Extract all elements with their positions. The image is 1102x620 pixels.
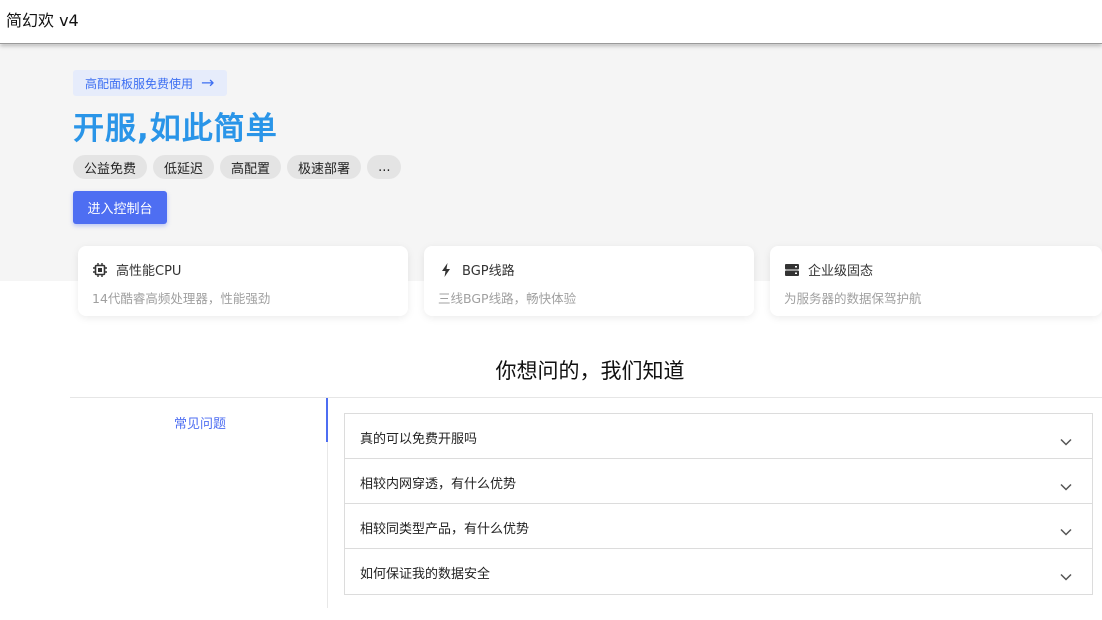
feature-title: 企业级固态	[808, 264, 874, 279]
faq-item[interactable]: 如何保证我的数据安全	[345, 549, 1092, 594]
faq-item[interactable]: 相较同类型产品，有什么优势	[345, 504, 1092, 549]
sidebar-item-common-questions[interactable]: 常见问题	[70, 398, 328, 442]
chevron-down-icon	[1060, 566, 1072, 585]
faq-accordion: 真的可以免费开服吗 相较内网穿透，有什么优势 相较同类型产品，有什么优势 如何保…	[344, 413, 1093, 595]
lightning-icon	[438, 262, 454, 278]
faq-question: 真的可以免费开服吗	[360, 432, 478, 447]
feature-card-ssd: 企业级固态 为服务器的数据保驾护航	[770, 246, 1102, 316]
cpu-icon	[92, 262, 108, 278]
faq-item[interactable]: 相较内网穿透，有什么优势	[345, 459, 1092, 504]
sidebar-item-label: 常见问题	[174, 417, 227, 432]
faq-section-title: 你想问的，我们知道	[495, 359, 685, 383]
chevron-down-icon	[1060, 431, 1072, 450]
faq-question: 相较内网穿透，有什么优势	[360, 477, 517, 492]
feature-title: BGP线路	[462, 264, 515, 279]
promo-link[interactable]: 高配面板服免费使用 →	[73, 70, 228, 96]
feature-tags: 公益免费 低延迟 高配置 极速部署 ...	[73, 155, 402, 179]
feature-desc: 三线BGP线路，畅快体验	[438, 291, 577, 306]
tag: 公益免费	[73, 155, 148, 179]
feature-desc: 14代酷睿高频处理器，性能强劲	[92, 291, 271, 306]
faq-sidebar: 常见问题	[70, 398, 328, 608]
chevron-down-icon	[1060, 476, 1072, 495]
enter-console-button[interactable]: 进入控制台	[73, 191, 167, 224]
tag: 高配置	[220, 155, 282, 179]
hero-headline: 开服,如此简单	[73, 111, 278, 147]
faq-question: 如何保证我的数据安全	[360, 567, 491, 582]
promo-label: 高配面板服免费使用	[85, 76, 194, 91]
feature-desc: 为服务器的数据保驾护航	[784, 291, 922, 306]
chevron-down-icon	[1060, 521, 1072, 540]
tag: 低延迟	[153, 155, 215, 179]
more-tags-button[interactable]: ...	[367, 155, 402, 179]
arrow-right-icon: →	[201, 73, 215, 92]
faq-question: 相较同类型产品，有什么优势	[360, 522, 530, 537]
feature-card-cpu: 高性能CPU 14代酷睿高频处理器，性能强劲	[78, 246, 408, 316]
faq-item[interactable]: 真的可以免费开服吗	[345, 414, 1092, 459]
server-icon	[784, 262, 800, 278]
feature-card-bgp: BGP线路 三线BGP线路，畅快体验	[424, 246, 754, 316]
tag: 极速部署	[287, 155, 362, 179]
top-bar: 简幻欢 v4	[0, 0, 1102, 44]
feature-title: 高性能CPU	[116, 264, 182, 279]
app-title: 简幻欢 v4	[6, 11, 79, 30]
